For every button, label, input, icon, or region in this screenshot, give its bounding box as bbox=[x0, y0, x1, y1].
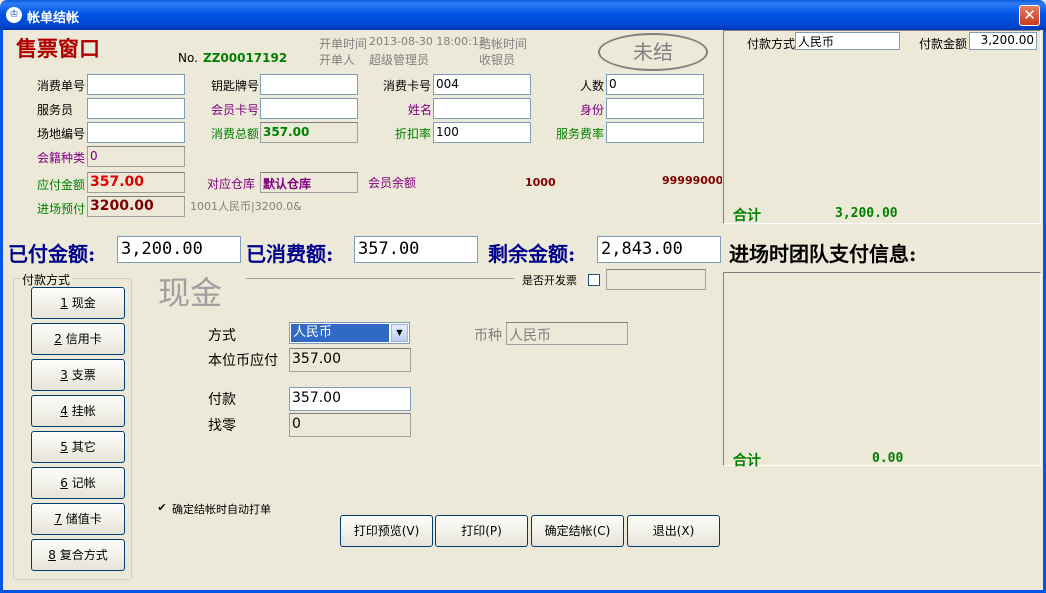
service-field[interactable] bbox=[606, 122, 704, 143]
brand-title: 售票窗口 bbox=[16, 36, 100, 61]
amount-label: 付款金额 bbox=[919, 37, 968, 51]
member-type-field: 0 bbox=[87, 146, 185, 167]
payable-label: 应付金额 bbox=[37, 178, 86, 192]
warehouse-label: 对应仓库 bbox=[207, 177, 256, 191]
confirm-checkout-button[interactable]: 确定结帐(C) bbox=[531, 515, 624, 547]
total-field: 357.00 bbox=[260, 122, 358, 143]
consumed-label: 已消费额: bbox=[246, 242, 334, 266]
pay-amount-field[interactable]: 357.00 bbox=[289, 387, 411, 411]
no-label: No. bbox=[178, 51, 198, 65]
team-payment-title: 进场时团队支付信息: bbox=[729, 242, 917, 266]
currency-field: 人民币 bbox=[506, 322, 628, 345]
print-preview-button[interactable]: 打印预览(V) bbox=[340, 515, 433, 547]
bottom-sum-label: 合计 bbox=[733, 453, 761, 469]
entry-prepay-label: 进场预付 bbox=[37, 202, 86, 216]
pay-stored-value-button[interactable]: 7 储值卡 bbox=[31, 503, 125, 535]
change-field: 0 bbox=[289, 413, 411, 437]
member-balance-label: 会员余额 bbox=[368, 176, 417, 190]
people-label: 人数 bbox=[580, 79, 605, 93]
identity-label: 身份 bbox=[580, 103, 605, 117]
payable-field: 357.00 bbox=[87, 172, 185, 193]
discount-label: 折扣率 bbox=[395, 127, 432, 141]
pay-mixed-button[interactable]: 8 复合方式 bbox=[31, 539, 125, 571]
pay-label: 付款 bbox=[208, 392, 236, 408]
paid-field: 3,200.00 bbox=[117, 236, 241, 263]
open-time-value: 2013-08-30 18:00:13 bbox=[369, 35, 486, 48]
key-no-field[interactable] bbox=[260, 74, 358, 95]
member-type-label: 会籍种类 bbox=[37, 151, 86, 165]
local-due-field: 357.00 bbox=[289, 348, 411, 372]
member-balance-value: 1000 bbox=[525, 176, 556, 189]
warehouse-field: 默认仓库 bbox=[260, 172, 358, 193]
method-label: 付款方式 bbox=[747, 37, 796, 51]
waiter-field[interactable] bbox=[87, 98, 185, 119]
name-field[interactable] bbox=[433, 98, 531, 119]
member-card-field[interactable] bbox=[260, 98, 358, 119]
card-no-field[interactable]: 004 bbox=[433, 74, 531, 95]
change-label: 找零 bbox=[208, 418, 236, 434]
consume-no-field[interactable] bbox=[87, 74, 185, 95]
pay-other-button[interactable]: 5 其它 bbox=[31, 431, 125, 463]
auto-print-checkbox[interactable]: ✔ bbox=[156, 502, 168, 514]
service-label: 服务费率 bbox=[556, 127, 605, 141]
ticket-icon: ♔ bbox=[6, 7, 22, 23]
big-number-value: 999990000 bbox=[662, 174, 722, 187]
auto-print-label: 确定结帐时自动打单 bbox=[172, 503, 271, 516]
consumed-field: 357.00 bbox=[354, 236, 478, 263]
identity-field[interactable] bbox=[606, 98, 704, 119]
top-sum-label: 合计 bbox=[733, 208, 761, 224]
close-time-label: 结帐时间 bbox=[479, 37, 528, 51]
site-no-label: 场地编号 bbox=[37, 127, 86, 141]
pay-on-account-button[interactable]: 4 挂帐 bbox=[31, 395, 125, 427]
divider bbox=[246, 278, 514, 279]
prepay-note: 1001人民币|3200.0& bbox=[190, 200, 302, 213]
bottom-sum-value: 0.00 bbox=[872, 451, 904, 466]
window-title: 帐单结帐 bbox=[27, 11, 80, 26]
print-button[interactable]: 打印(P) bbox=[435, 515, 528, 547]
bill-number: ZZ00017192 bbox=[203, 51, 288, 65]
opener-label: 开单人 bbox=[319, 53, 356, 67]
invoice-label: 是否开发票 bbox=[522, 274, 577, 287]
name-label: 姓名 bbox=[408, 103, 433, 117]
chevron-down-icon[interactable]: ▼ bbox=[391, 324, 408, 342]
close-button[interactable]: ✕ bbox=[1019, 5, 1040, 26]
pay-cheque-button[interactable]: 3 支票 bbox=[31, 359, 125, 391]
pay-charge-button[interactable]: 6 记帐 bbox=[31, 467, 125, 499]
pay-credit-card-button[interactable]: 2 信用卡 bbox=[31, 323, 125, 355]
status-stamp: 未结 bbox=[598, 33, 708, 71]
mode-select-value: 人民币 bbox=[291, 324, 389, 342]
method-field: 人民币 bbox=[795, 32, 900, 50]
consume-no-label: 消费单号 bbox=[37, 79, 86, 93]
team-payment-panel[interactable] bbox=[723, 272, 1041, 466]
payment-group-label: 付款方式 bbox=[20, 271, 73, 288]
card-no-label: 消费卡号 bbox=[383, 79, 432, 93]
member-card-label: 会员卡号 bbox=[211, 103, 260, 117]
top-sum-value: 3,200.00 bbox=[835, 206, 898, 221]
open-time-label: 开单时间 bbox=[319, 37, 368, 51]
people-field[interactable]: 0 bbox=[606, 74, 704, 95]
invoice-field bbox=[606, 269, 706, 290]
mode-select[interactable]: 人民币 ▼ bbox=[289, 322, 410, 344]
discount-field[interactable]: 100 bbox=[433, 122, 531, 143]
currency-label: 币种 bbox=[474, 328, 502, 344]
payment-list-panel[interactable] bbox=[723, 30, 1041, 224]
remain-label: 剩余金额: bbox=[488, 242, 576, 266]
invoice-checkbox[interactable] bbox=[588, 274, 600, 286]
amount-field: 3,200.00 bbox=[969, 32, 1037, 50]
total-label: 消费总额 bbox=[211, 127, 260, 141]
remain-field: 2,843.00 bbox=[597, 236, 721, 263]
title-bar: ♔ 帐单结帐 ✕ bbox=[0, 0, 1046, 30]
paid-label: 已付金额: bbox=[8, 242, 96, 266]
waiter-label: 服务员 bbox=[37, 103, 74, 117]
key-no-label: 钥匙牌号 bbox=[211, 79, 260, 93]
pay-cash-button[interactable]: 1 现金 bbox=[31, 287, 125, 319]
current-method-title: 现金 bbox=[158, 274, 223, 312]
exit-button[interactable]: 退出(X) bbox=[627, 515, 720, 547]
opener-value: 超级管理员 bbox=[369, 53, 430, 67]
site-no-field[interactable] bbox=[87, 122, 185, 143]
mode-label: 方式 bbox=[208, 328, 236, 344]
cashier-label: 收银员 bbox=[479, 53, 516, 67]
local-due-label: 本位币应付 bbox=[208, 353, 278, 369]
entry-prepay-field: 3200.00 bbox=[87, 196, 185, 217]
